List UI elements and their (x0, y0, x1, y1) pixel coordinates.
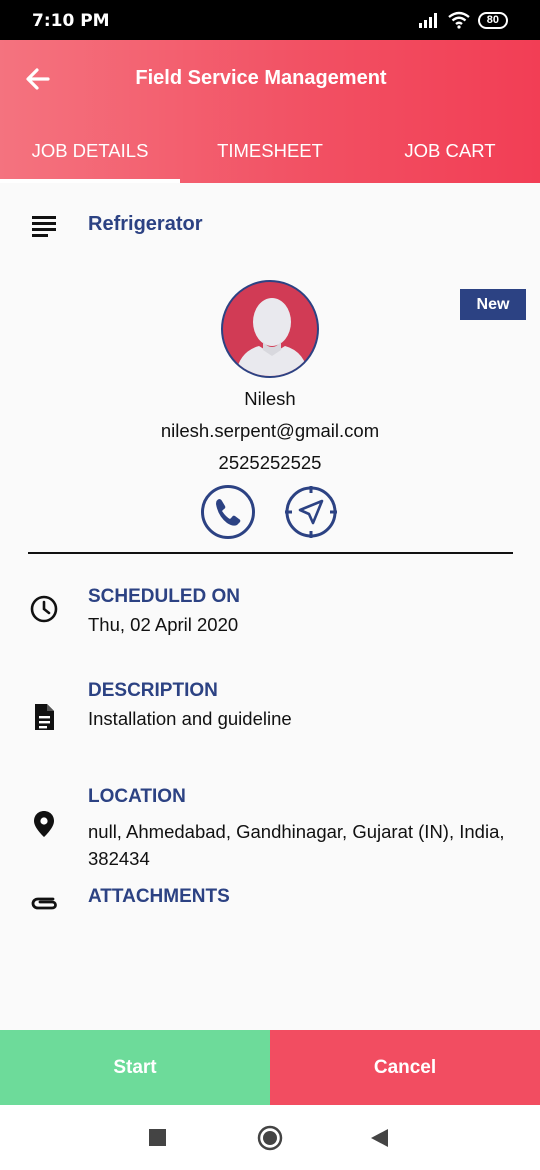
cancel-button[interactable]: Cancel (270, 1030, 540, 1105)
home-circle-icon (257, 1125, 283, 1151)
clock-icon (30, 595, 58, 623)
customer-email: nilesh.serpent@gmail.com (160, 420, 380, 441)
app-title: Field Service Management (135, 67, 387, 89)
status-badge: New (460, 289, 526, 320)
recents-button[interactable] (149, 1129, 166, 1151)
navigate-button[interactable] (283, 484, 339, 540)
description-value: Installation and guideline (88, 708, 292, 729)
description-label: DESCRIPTION (88, 680, 218, 701)
square-icon (149, 1129, 166, 1146)
avatar (221, 280, 319, 378)
tab-job-details[interactable]: JOB DETAILS (0, 130, 180, 183)
attachment-icon (31, 897, 57, 910)
wifi-icon (448, 11, 470, 29)
tab-timesheet[interactable]: TIMESHEET (180, 130, 360, 183)
divider (28, 552, 513, 554)
scheduled-label: SCHEDULED ON (88, 586, 241, 607)
customer-phone: 2525252525 (218, 452, 322, 473)
attachments-label[interactable]: ATTACHMENTS (88, 886, 230, 908)
call-button[interactable] (200, 484, 256, 540)
battery-indicator: 80 (477, 11, 508, 29)
document-icon (35, 704, 54, 730)
tab-job-cart[interactable]: JOB CART (360, 130, 540, 183)
location-pin-icon (34, 811, 54, 837)
triangle-back-icon (371, 1129, 388, 1147)
location-label: LOCATION (88, 786, 186, 807)
customer-name: Nilesh (244, 388, 296, 409)
navigation-icon (285, 486, 337, 538)
home-button[interactable] (257, 1125, 283, 1156)
user-silhouette-icon (235, 298, 309, 376)
signal-icon (418, 13, 437, 28)
status-icons: 80 (418, 11, 508, 29)
tab-bar: JOB DETAILS TIMESHEET JOB CART (0, 130, 540, 183)
phone-icon (201, 485, 255, 539)
system-nav-bar (0, 1105, 540, 1170)
scheduled-value: Thu, 02 April 2020 (88, 614, 239, 635)
job-title: Refrigerator (88, 213, 203, 235)
status-bar: 7:10 PM 80 (0, 0, 540, 40)
app-bar: Field Service Management JOB DETAILS TIM… (0, 40, 540, 183)
back-nav-button[interactable] (371, 1129, 389, 1152)
job-details-content: Refrigerator New Nilesh nilesh.serpent@g… (0, 183, 540, 1030)
status-time: 7:10 PM (32, 11, 110, 31)
start-button[interactable]: Start (0, 1030, 270, 1105)
notes-icon (32, 216, 56, 237)
location-value: null, Ahmedabad, Gandhinagar, Gujarat (I… (88, 821, 505, 869)
